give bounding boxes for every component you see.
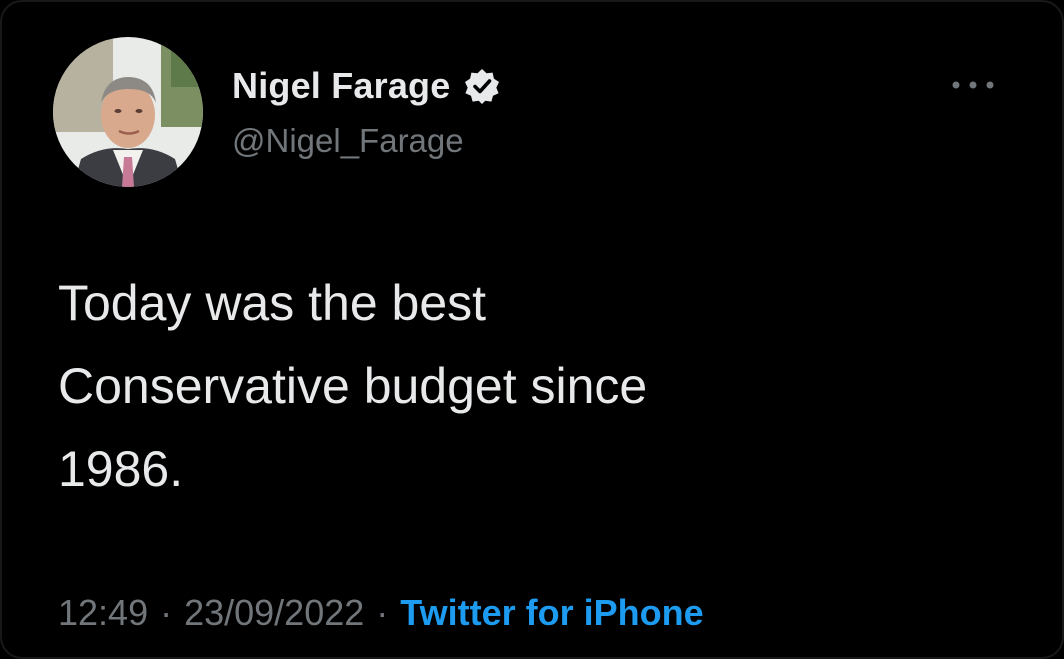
tweet-meta: 12:49 · 23/09/2022 · Twitter for iPhone (58, 592, 704, 634)
tweet-time[interactable]: 12:49 (58, 592, 148, 634)
avatar[interactable] (53, 37, 203, 187)
tweet-text-line: Today was the best (58, 275, 487, 331)
verified-badge-icon (464, 68, 500, 104)
more-options-button[interactable] (946, 70, 1000, 100)
tweet-source-link[interactable]: Twitter for iPhone (400, 592, 703, 634)
meta-separator: · (160, 592, 173, 633)
author-row: Nigel Farage (232, 63, 500, 109)
display-name[interactable]: Nigel Farage (232, 65, 450, 107)
meta-separator: · (376, 592, 389, 633)
tweet-date[interactable]: 23/09/2022 (184, 592, 364, 634)
tweet-text-line: 1986. (58, 441, 184, 497)
more-options-icon (952, 81, 994, 89)
tweet-card: Nigel Farage @Nigel_Farage Today was the… (0, 0, 1064, 659)
tweet-text-line: Conservative budget since (58, 358, 648, 414)
handle[interactable]: @Nigel_Farage (232, 122, 464, 160)
tweet-text: Today was the best Conservative budget s… (58, 262, 958, 511)
